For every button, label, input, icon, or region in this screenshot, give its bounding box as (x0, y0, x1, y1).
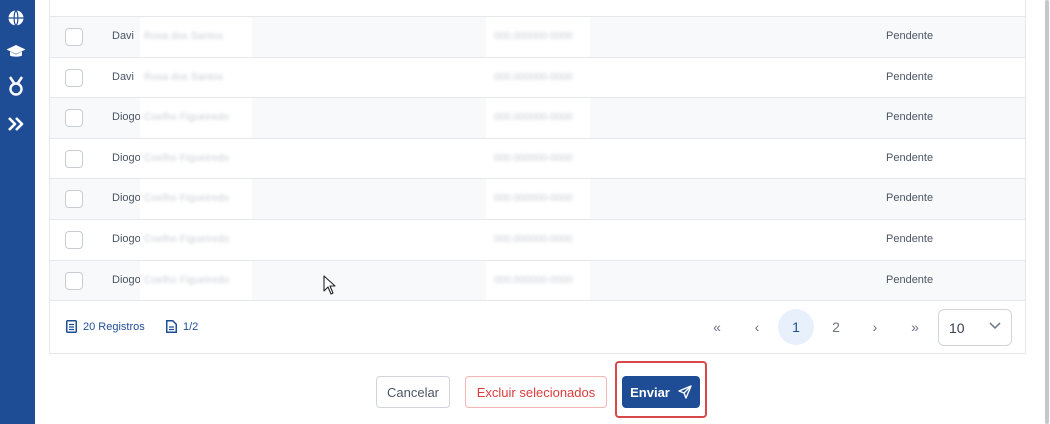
status-text: Pendente (886, 233, 934, 245)
row-checkbox[interactable] (65, 109, 83, 127)
redacted-document: 000.000000-0000 (486, 58, 590, 98)
redacted-document: 000.000000-0000 (486, 98, 590, 138)
page-icon (166, 320, 177, 333)
records-table-card: Davi Rosa dos Santos 000.000000-0000 Pen… (49, 0, 1026, 354)
redacted-document: 000.000000-0000 (486, 261, 590, 301)
table-row: Diogo Coelho Figueiredo 000.000000-0000 … (50, 97, 1025, 138)
last-page-button[interactable]: » (897, 309, 933, 345)
table-row: Davi Rosa dos Santos 000.000000-0000 Pen… (50, 16, 1025, 57)
table-row: Davi Rosa dos Santos 000.000000-0000 Pen… (50, 57, 1025, 98)
status-text: Pendente (886, 152, 934, 164)
redacted-name-text: Coelho Figueiredo (144, 153, 230, 164)
row-checkbox[interactable] (65, 69, 83, 87)
row-checkbox[interactable] (65, 272, 83, 290)
redacted-document-text: 000.000000-0000 (494, 153, 573, 164)
status-text: Pendente (886, 71, 934, 83)
redacted-name: Rosa dos Santos (140, 17, 252, 57)
student-first-name: Diogo (112, 111, 141, 123)
first-page-button[interactable]: « (699, 309, 735, 345)
redacted-document: 000.000000-0000 (486, 17, 590, 57)
student-first-name: Diogo (112, 192, 141, 204)
medal-icon[interactable] (5, 75, 27, 97)
student-first-name: Davi (112, 71, 135, 83)
next-page-button[interactable]: › (857, 309, 893, 345)
table-row: Diogo Coelho Figueiredo 000.000000-0000 … (50, 178, 1025, 219)
table-row: Diogo Coelho Figueiredo 000.000000-0000 … (50, 138, 1025, 179)
redacted-name-text: Rosa dos Santos (144, 72, 224, 83)
sidebar (0, 0, 35, 424)
redacted-document-text: 000.000000-0000 (494, 72, 573, 83)
redacted-document-text: 000.000000-0000 (494, 112, 573, 123)
status-text: Pendente (886, 111, 934, 123)
student-first-name: Diogo (112, 152, 141, 164)
redacted-name-text: Rosa dos Santos (144, 31, 224, 42)
send-button[interactable]: Enviar (622, 376, 700, 408)
document-icon (66, 320, 77, 333)
row-checkbox[interactable] (65, 150, 83, 168)
student-first-name: Diogo (112, 233, 141, 245)
redacted-name-text: Coelho Figueiredo (144, 112, 230, 123)
mouse-cursor-icon (323, 275, 336, 295)
delete-selected-button[interactable]: Excluir selecionados (465, 376, 607, 408)
status-text: Pendente (886, 192, 934, 204)
chevron-down-icon (989, 322, 1001, 330)
student-first-name: Davi (112, 30, 135, 42)
redacted-name: Coelho Figueiredo (140, 261, 252, 301)
page-1-button[interactable]: 1 (778, 309, 814, 345)
records-count-label: 20 Registros (83, 320, 145, 333)
scrollbar-thumb[interactable] (1045, 0, 1049, 424)
table-footer: 20 Registros 1/2 « ‹ 1 2 › » 10 (50, 300, 1025, 354)
redacted-document-text: 000.000000-0000 (494, 31, 573, 42)
redacted-name: Coelho Figueiredo (140, 179, 252, 219)
redacted-document-text: 000.000000-0000 (494, 234, 573, 245)
graduation-cap-icon[interactable] (5, 41, 27, 63)
redacted-name-text: Coelho Figueiredo (144, 193, 230, 204)
redacted-name-text: Coelho Figueiredo (144, 275, 230, 286)
student-first-name: Diogo (112, 274, 141, 286)
table-row: Diogo Coelho Figueiredo 000.000000-0000 … (50, 219, 1025, 260)
records-count: 20 Registros (66, 320, 145, 333)
send-button-label: Enviar (630, 384, 670, 400)
page-indicator: 1/2 (166, 320, 198, 333)
row-checkbox[interactable] (65, 190, 83, 208)
status-text: Pendente (886, 30, 934, 42)
row-checkbox[interactable] (65, 231, 83, 249)
page-2-button[interactable]: 2 (818, 309, 854, 345)
redacted-name: Coelho Figueiredo (140, 139, 252, 179)
redacted-document: 000.000000-0000 (486, 139, 590, 179)
previous-page-button[interactable]: ‹ (739, 309, 775, 345)
page-indicator-label: 1/2 (183, 320, 199, 333)
redacted-document-text: 000.000000-0000 (494, 193, 573, 204)
redacted-name-text: Coelho Figueiredo (144, 234, 230, 245)
table-row-partial (50, 0, 1025, 17)
redacted-name: Coelho Figueiredo (140, 220, 252, 260)
cancel-button[interactable]: Cancelar (376, 376, 450, 408)
redacted-name: Coelho Figueiredo (140, 98, 252, 138)
expand-chevrons-icon[interactable] (5, 113, 27, 135)
redacted-document: 000.000000-0000 (486, 220, 590, 260)
status-text: Pendente (886, 274, 934, 286)
redacted-document-text: 000.000000-0000 (494, 275, 573, 286)
redacted-name: Rosa dos Santos (140, 58, 252, 98)
table-row: Diogo Coelho Figueiredo 000.000000-0000 … (50, 260, 1025, 301)
vertical-scrollbar[interactable] (1044, 0, 1050, 424)
row-checkbox[interactable] (65, 28, 83, 46)
redacted-document: 000.000000-0000 (486, 179, 590, 219)
globe-icon[interactable] (5, 7, 27, 29)
send-icon (678, 385, 692, 399)
per-page-select[interactable]: 10 (938, 309, 1012, 346)
per-page-value: 10 (949, 320, 965, 336)
